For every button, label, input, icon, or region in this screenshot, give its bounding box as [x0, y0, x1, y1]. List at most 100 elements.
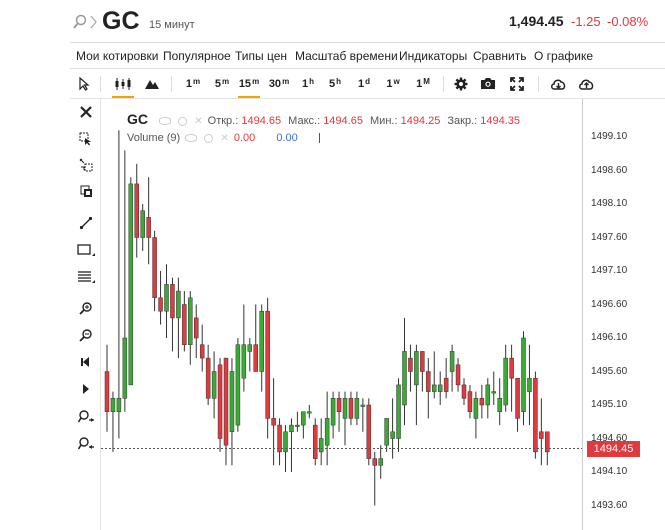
candle-body[interactable] — [307, 411, 312, 414]
menu-my-quotes[interactable]: Мои котировки — [76, 49, 159, 63]
candle-body[interactable] — [235, 344, 241, 426]
interval-30m[interactable]: 30 m — [265, 69, 293, 98]
candle-body[interactable] — [336, 398, 342, 412]
rectangle-icon[interactable] — [75, 239, 97, 261]
candle-body[interactable] — [491, 391, 496, 394]
candle-body[interactable] — [199, 344, 205, 359]
interval-1h[interactable]: 1h — [296, 69, 320, 98]
candle-body[interactable] — [146, 217, 151, 238]
settings-mini-icon[interactable] — [178, 116, 188, 126]
candle-body[interactable] — [277, 424, 282, 453]
interval-15m[interactable]: 15 m — [236, 69, 262, 98]
candles-icon[interactable] — [110, 69, 136, 98]
search-icon[interactable] — [73, 14, 87, 30]
menu-time-scale[interactable]: Масштаб времени — [295, 49, 398, 63]
zoom-area-in-icon[interactable] — [75, 405, 97, 427]
candle-body[interactable] — [342, 398, 348, 419]
gear-icon[interactable] — [450, 69, 472, 98]
candle-body[interactable] — [271, 418, 276, 426]
candle-body[interactable] — [241, 344, 247, 379]
interval-1w[interactable]: 1w — [380, 69, 406, 98]
candle-body[interactable] — [366, 404, 372, 459]
candle-body[interactable] — [182, 304, 187, 345]
menu-about-chart[interactable]: О графике — [534, 49, 593, 63]
candle-body[interactable] — [140, 210, 145, 238]
close-icon[interactable] — [75, 101, 97, 123]
visibility-icon[interactable] — [159, 117, 172, 126]
candle-body[interactable] — [485, 384, 491, 406]
candle-body[interactable] — [360, 404, 366, 407]
zoom-out-icon[interactable] — [75, 324, 97, 346]
arrow-left-icon[interactable] — [75, 351, 97, 373]
volume-remove-icon[interactable]: ✕ — [220, 133, 228, 144]
price-axis[interactable]: 1499.10 1498.60 1498.10 1497.60 1497.10 1496.… — [582, 99, 665, 530]
candle-body[interactable] — [247, 344, 253, 352]
candle-body[interactable] — [473, 398, 479, 419]
candle-body[interactable] — [116, 398, 122, 412]
candle-body[interactable] — [533, 377, 538, 453]
volume-visibility-icon[interactable] — [185, 134, 198, 143]
chart-area[interactable]: GC ✕ Откр.: 1494.65 Макс.: 1494.65 Мин.:… — [101, 99, 665, 530]
volume-settings-icon[interactable] — [204, 133, 214, 143]
remove-mini-icon[interactable]: ✕ — [194, 116, 202, 127]
candle-body[interactable] — [408, 357, 413, 372]
zoom-area-out-icon[interactable] — [75, 432, 97, 454]
candle-body[interactable] — [128, 183, 134, 386]
interval-1m[interactable]: 1m — [180, 69, 206, 98]
candle-body[interactable] — [253, 344, 258, 372]
candle-body[interactable] — [539, 431, 544, 439]
candle-body[interactable] — [295, 424, 300, 427]
candle-body[interactable] — [265, 310, 270, 419]
candle-body[interactable] — [420, 351, 425, 372]
candle-body[interactable] — [348, 398, 354, 419]
candle-body[interactable] — [289, 424, 294, 433]
candle-body[interactable] — [384, 418, 389, 446]
candle-body[interactable] — [372, 458, 377, 466]
cloud-download-icon[interactable] — [547, 69, 569, 98]
candle-body[interactable] — [188, 297, 193, 345]
candle-body[interactable] — [527, 377, 532, 392]
candle-body[interactable] — [152, 237, 157, 299]
fullscreen-icon[interactable] — [506, 69, 528, 98]
chevron-right-icon[interactable] — [90, 14, 98, 30]
interval-1M[interactable]: 1M — [410, 69, 436, 98]
interval-1d[interactable]: 1d — [352, 69, 376, 98]
candle-body[interactable] — [461, 384, 467, 399]
menu-price-types[interactable]: Типы цен — [235, 49, 287, 63]
menu-indicators[interactable]: Индикаторы — [399, 49, 467, 63]
trendline-icon[interactable] — [75, 212, 97, 234]
candle-body[interactable] — [164, 284, 169, 312]
candle-body[interactable] — [467, 391, 473, 412]
candle-body[interactable] — [104, 371, 110, 412]
candle-body[interactable] — [437, 384, 443, 392]
cursor-icon[interactable] — [74, 69, 94, 98]
candle-body[interactable] — [426, 371, 431, 392]
interval-5m[interactable]: 5m — [209, 69, 235, 98]
candle-body[interactable] — [515, 377, 520, 419]
candlestick-chart[interactable] — [101, 99, 582, 530]
candle-body[interactable] — [122, 337, 128, 399]
candle-body[interactable] — [318, 438, 324, 453]
candle-body[interactable] — [217, 364, 223, 439]
candle-body[interactable] — [259, 310, 264, 372]
candle-body[interactable] — [170, 284, 175, 319]
magnet-icon[interactable] — [75, 154, 97, 176]
candle-body[interactable] — [414, 351, 419, 386]
candle-body[interactable] — [432, 384, 437, 392]
candle-body[interactable] — [390, 431, 395, 439]
mountain-icon[interactable] — [140, 69, 164, 98]
candle-body[interactable] — [324, 418, 330, 446]
candle-body[interactable] — [110, 398, 116, 412]
menu-compare[interactable]: Сравнить — [473, 49, 526, 63]
candle-body[interactable] — [205, 357, 211, 399]
candle-body[interactable] — [479, 398, 485, 406]
candle-body[interactable] — [503, 357, 508, 406]
candle-body[interactable] — [194, 317, 199, 339]
candle-body[interactable] — [497, 398, 502, 412]
candle-body[interactable] — [330, 398, 336, 426]
candle-body[interactable] — [443, 377, 449, 392]
candle-body[interactable] — [176, 290, 181, 319]
candle-body[interactable] — [396, 384, 401, 439]
candle-body[interactable] — [158, 297, 163, 312]
candle-body[interactable] — [229, 371, 235, 433]
